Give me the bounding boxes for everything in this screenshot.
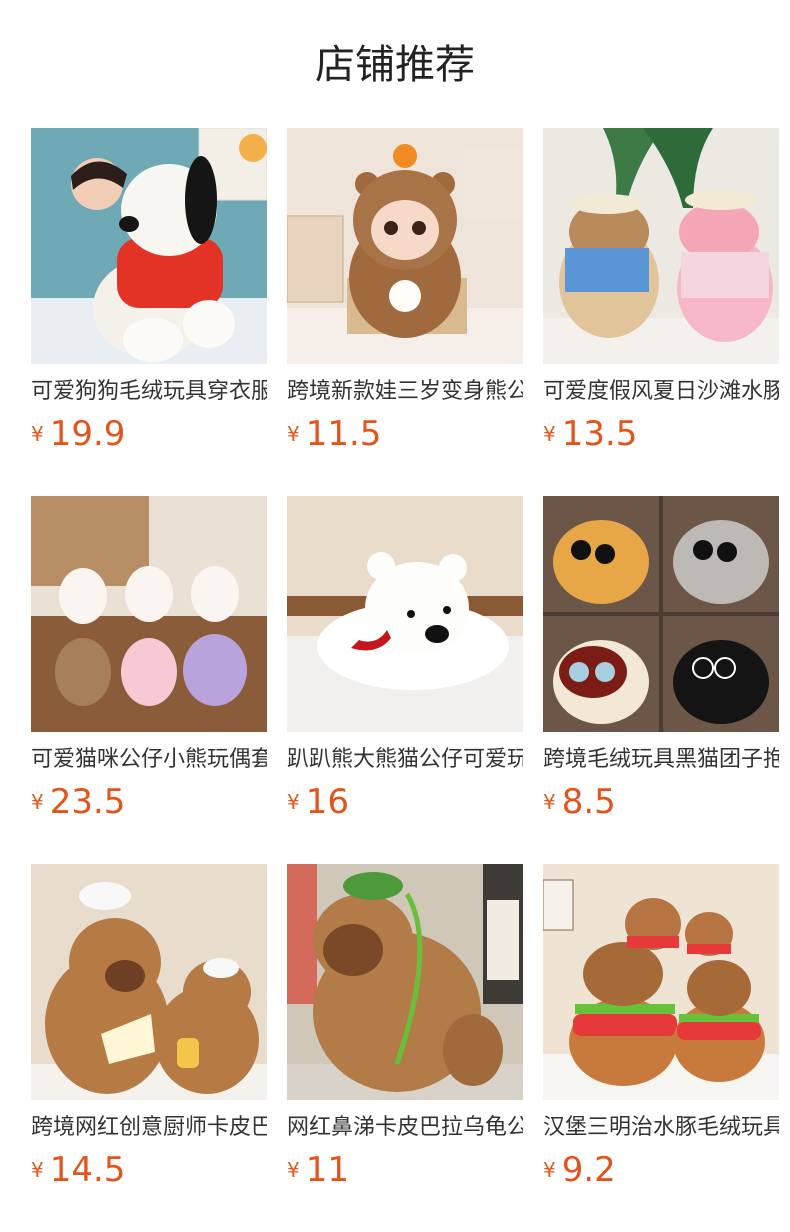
product-price: ¥11.5: [287, 414, 381, 460]
product-card[interactable]: 趴趴熊大熊猫公仔可爱玩偶 ¥16: [287, 496, 523, 836]
price-value: 16: [305, 782, 349, 822]
product-image[interactable]: [287, 864, 523, 1100]
currency-symbol: ¥: [31, 422, 44, 446]
product-price: ¥8.5: [543, 782, 616, 828]
currency-symbol: ¥: [31, 790, 44, 814]
product-price: ¥14.5: [31, 1150, 125, 1196]
product-image[interactable]: [543, 864, 779, 1100]
price-value: 9.2: [561, 1150, 616, 1190]
price-value: 14.5: [49, 1150, 126, 1190]
product-card[interactable]: 跨境毛绒玩具黑猫团子抱枕 ¥8.5: [543, 496, 779, 836]
price-value: 8.5: [561, 782, 616, 822]
product-price: ¥9.2: [543, 1150, 616, 1196]
price-value: 11: [305, 1150, 349, 1190]
product-image[interactable]: [31, 864, 267, 1100]
product-card[interactable]: 可爱度假风夏日沙滩水豚公仔 ¥13.5: [543, 128, 779, 468]
product-card[interactable]: 可爱狗狗毛绒玩具穿衣服公仔 ¥19.9: [31, 128, 267, 468]
currency-symbol: ¥: [543, 1158, 556, 1182]
product-price: ¥16: [287, 782, 349, 828]
product-card[interactable]: 跨境新款娃三岁变身熊公仔 ¥11.5: [287, 128, 523, 468]
product-image[interactable]: [31, 128, 267, 364]
capybara-turtle-image: [287, 864, 523, 1100]
currency-symbol: ¥: [543, 790, 556, 814]
currency-symbol: ¥: [287, 422, 300, 446]
product-name[interactable]: 跨境毛绒玩具黑猫团子抱枕: [543, 742, 779, 778]
product-name[interactable]: 跨境新款娃三岁变身熊公仔: [287, 374, 523, 410]
product-price: ¥11: [287, 1150, 349, 1196]
product-name[interactable]: 可爱狗狗毛绒玩具穿衣服公仔: [31, 374, 267, 410]
product-card[interactable]: 跨境网红创意厨师卡皮巴拉 ¥14.5: [31, 864, 267, 1204]
product-price: ¥13.5: [543, 414, 637, 460]
product-name[interactable]: 汉堡三明治水豚毛绒玩具: [543, 1110, 779, 1146]
price-value: 13.5: [561, 414, 638, 454]
currency-symbol: ¥: [287, 1158, 300, 1182]
product-name[interactable]: 跨境网红创意厨师卡皮巴拉: [31, 1110, 267, 1146]
round-cat-pillows-image: [543, 496, 779, 732]
product-image[interactable]: [287, 496, 523, 732]
product-price: ¥19.9: [31, 414, 125, 460]
product-name[interactable]: 趴趴熊大熊猫公仔可爱玩偶: [287, 742, 523, 778]
product-price: ¥23.5: [31, 782, 125, 828]
price-value: 11.5: [305, 414, 382, 454]
product-name[interactable]: 网红鼻涕卡皮巴拉乌龟公仔: [287, 1110, 523, 1146]
product-name[interactable]: 可爱猫咪公仔小熊玩偶套装: [31, 742, 267, 778]
price-value: 19.9: [49, 414, 126, 454]
product-image[interactable]: [543, 128, 779, 364]
currency-symbol: ¥: [287, 790, 300, 814]
currency-symbol: ¥: [31, 1158, 44, 1182]
product-card[interactable]: 汉堡三明治水豚毛绒玩具 ¥9.2: [543, 864, 779, 1204]
page-title: 店铺推荐: [315, 42, 475, 88]
price-value: 23.5: [49, 782, 126, 822]
product-image[interactable]: [543, 496, 779, 732]
product-card[interactable]: 网红鼻涕卡皮巴拉乌龟公仔 ¥11: [287, 864, 523, 1204]
snoopy-plush-image: [31, 128, 267, 364]
vacation-capybara-image: [543, 128, 779, 364]
chef-capybara-image: [31, 864, 267, 1100]
currency-symbol: ¥: [543, 422, 556, 446]
product-card[interactable]: 可爱猫咪公仔小熊玩偶套装 ¥23.5: [31, 496, 267, 836]
cat-bear-set-image: [31, 496, 267, 732]
product-image[interactable]: [31, 496, 267, 732]
product-image[interactable]: [287, 128, 523, 364]
bear-costume-doll-image: [287, 128, 523, 364]
product-name[interactable]: 可爱度假风夏日沙滩水豚公仔: [543, 374, 779, 410]
burger-capybara-image: [543, 864, 779, 1100]
lying-polar-bear-image: [287, 496, 523, 732]
